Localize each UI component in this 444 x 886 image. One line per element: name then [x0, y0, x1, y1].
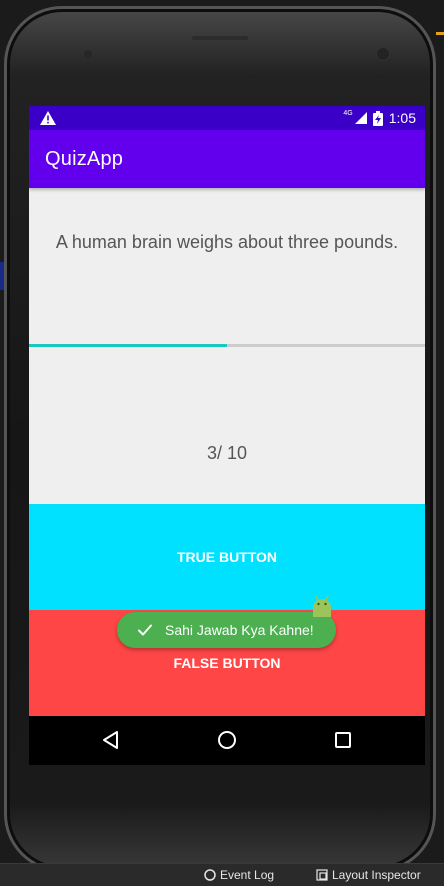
- quiz-progress-fill: [29, 344, 227, 347]
- speaker-grille: [192, 36, 248, 40]
- question-text: A human brain weighs about three pounds.: [55, 232, 399, 252]
- layout-inspector-tab[interactable]: Layout Inspector: [316, 868, 421, 882]
- ide-status-bar: Event Log Layout Inspector: [0, 863, 444, 886]
- clock: 1:05: [388, 110, 416, 126]
- ide-accent-mark: [436, 32, 444, 35]
- status-bar: 4G 1:05: [29, 106, 425, 130]
- device-screen: 4G 1:05 QuizApp A human brain weighs abo…: [29, 106, 425, 765]
- event-log-icon: [204, 869, 216, 881]
- quiz-progress-bar: [29, 344, 425, 347]
- status-icons: 4G 1:05: [343, 106, 416, 130]
- warning-icon: [40, 111, 56, 125]
- network-type-label: 4G: [343, 109, 353, 117]
- navigation-bar: [29, 716, 425, 765]
- signal-icon: [354, 112, 367, 124]
- layout-inspector-icon: [316, 869, 328, 881]
- home-icon[interactable]: [215, 728, 239, 752]
- battery-icon: [372, 110, 383, 126]
- sensor-dot: [84, 50, 92, 58]
- back-icon[interactable]: [99, 728, 123, 752]
- android-icon: [313, 595, 331, 617]
- recents-icon[interactable]: [331, 728, 355, 752]
- true-button[interactable]: TRUE BUTTON: [29, 504, 425, 610]
- event-log-tab[interactable]: Event Log: [204, 868, 274, 882]
- toast-message: Sahi Jawab Kya Kahne!: [117, 612, 336, 648]
- front-camera: [377, 48, 389, 60]
- app-title: QuizApp: [45, 148, 124, 170]
- score-text: 3/ 10: [206, 443, 248, 463]
- app-bar: QuizApp: [29, 130, 425, 188]
- event-log-label: Event Log: [220, 868, 275, 882]
- layout-inspector-label: Layout Inspector: [332, 868, 421, 882]
- check-icon: [138, 624, 152, 636]
- toast-text: Sahi Jawab Kya Kahne!: [165, 622, 314, 638]
